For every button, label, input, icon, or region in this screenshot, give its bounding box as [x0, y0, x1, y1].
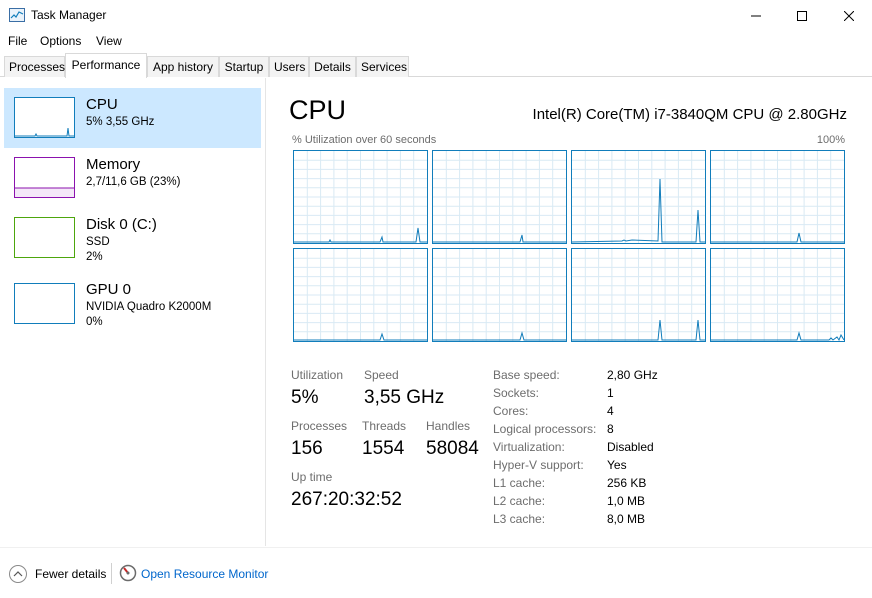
close-button[interactable]	[826, 0, 872, 31]
spec-value: 256 KB	[607, 476, 647, 490]
cpu-thumbnail-graph	[14, 97, 75, 138]
speed-label: Speed	[364, 368, 399, 382]
handles-value: 58084	[426, 438, 479, 459]
spec-value: 2,80 GHz	[607, 368, 658, 382]
uptime-label: Up time	[291, 470, 333, 484]
cpu-model-name: Intel(R) Core(TM) i7-3840QM CPU @ 2.80GH…	[532, 106, 847, 123]
spec-label: Virtualization:	[493, 440, 565, 454]
logical-processor-graph-7	[710, 248, 845, 342]
tab-details[interactable]: Details	[309, 56, 356, 77]
logical-processor-graph-1	[432, 150, 567, 244]
gpu-thumbnail-graph	[14, 283, 75, 324]
task-manager-icon	[9, 8, 25, 22]
spec-value: 4	[607, 404, 614, 418]
footer-divider	[111, 563, 112, 584]
spec-label: Hyper-V support:	[493, 458, 584, 472]
spec-value: Yes	[607, 458, 627, 472]
disk-thumbnail-graph	[14, 217, 75, 258]
logical-processor-graph-2	[571, 150, 706, 244]
tab-performance[interactable]: Performance	[65, 53, 147, 78]
spec-label: Sockets:	[493, 386, 540, 400]
graph-grid	[294, 249, 427, 341]
tab-startup[interactable]: Startup	[219, 56, 269, 77]
maximize-icon	[797, 10, 807, 21]
threads-label: Threads	[362, 419, 407, 433]
menu-view[interactable]: View	[96, 34, 122, 48]
window-title: Task Manager	[31, 8, 107, 22]
sidebar-item-detail: SSD	[86, 236, 110, 248]
threads-value: 1554	[362, 438, 405, 459]
close-icon	[844, 10, 854, 21]
graph-grid	[433, 151, 566, 243]
graph-caption: % Utilization over 60 seconds	[292, 134, 437, 146]
sidebar-item-detail: NVIDIA Quadro K2000M	[86, 301, 212, 313]
spec-label: Base speed:	[493, 368, 560, 382]
open-resource-monitor-link[interactable]: Open Resource Monitor	[141, 567, 268, 581]
sidebar-item-name: GPU 0	[86, 281, 132, 298]
logical-processor-graph-0	[293, 150, 428, 244]
tab-processes[interactable]: Processes	[4, 56, 65, 77]
menu-options[interactable]: Options	[40, 34, 81, 48]
sidebar-item-detail: 5% 3,55 GHz	[86, 116, 155, 128]
spec-label: Logical processors:	[493, 422, 597, 436]
memory-thumbnail-graph	[14, 157, 75, 198]
sidebar-item-usage: 2%	[86, 251, 103, 263]
sidebar-item-name: Memory	[86, 156, 141, 173]
spec-value: Disabled	[607, 440, 654, 454]
speed-value: 3,55 GHz	[364, 387, 445, 408]
spec-label: L1 cache:	[493, 476, 546, 490]
spec-label: Cores:	[493, 404, 529, 418]
sidebar-item-memory[interactable]: Memory 2,7/11,6 GB (23%)	[4, 148, 261, 208]
spec-value: 1	[607, 386, 614, 400]
title-bar[interactable]: Task Manager	[0, 0, 872, 31]
maximize-button[interactable]	[779, 0, 825, 31]
menu-bar: File Options View	[0, 31, 872, 52]
tab-users[interactable]: Users	[269, 56, 309, 77]
graph-max-label: 100%	[816, 134, 845, 146]
sidebar-item-usage: 0%	[86, 316, 103, 328]
handles-label: Handles	[426, 419, 471, 433]
logical-processor-graph-5	[432, 248, 567, 342]
spec-value: 8,0 MB	[607, 512, 646, 526]
graph-grid	[572, 249, 705, 341]
processes-label: Processes	[291, 419, 348, 433]
uptime-value: 267:20:32:52	[291, 489, 402, 510]
chevron-up-icon[interactable]	[9, 565, 27, 583]
minimize-button[interactable]	[733, 0, 779, 31]
spec-label: L2 cache:	[493, 494, 546, 508]
graph-grid	[572, 151, 705, 243]
spec-label: L3 cache:	[493, 512, 546, 526]
logical-processor-graph-6	[571, 248, 706, 342]
sidebar-item-gpu[interactable]: GPU 0 NVIDIA Quadro K2000M 0%	[4, 274, 261, 334]
page-title: CPU	[289, 95, 347, 125]
graph-grid	[433, 249, 566, 341]
graph-grid	[711, 151, 844, 243]
spec-value: 8	[607, 422, 614, 436]
resource-sidebar: CPU 5% 3,55 GHz Memory 2,7/11,6 GB (23%)…	[0, 78, 266, 546]
tab-app-history[interactable]: App history	[147, 56, 219, 77]
logical-processor-graph-3	[710, 150, 845, 244]
sidebar-item-cpu[interactable]: CPU 5% 3,55 GHz	[4, 88, 261, 148]
footer: Fewer details Open Resource Monitor	[0, 547, 872, 598]
utilization-label: Utilization	[291, 368, 344, 382]
menu-file[interactable]: File	[8, 34, 27, 48]
fewer-details-button[interactable]: Fewer details	[35, 567, 106, 581]
minimize-icon	[751, 15, 761, 16]
sidebar-item-name: CPU	[86, 96, 118, 113]
spec-value: 1,0 MB	[607, 494, 646, 508]
graph-grid	[294, 151, 427, 243]
logical-processor-graph-4	[293, 248, 428, 342]
processes-value: 156	[291, 438, 323, 459]
sidebar-item-detail: 2,7/11,6 GB (23%)	[86, 176, 181, 188]
tab-bar: Processes Performance App history Startu…	[0, 52, 872, 78]
tab-services[interactable]: Services	[356, 56, 409, 77]
utilization-value: 5%	[291, 387, 319, 408]
graph-grid	[711, 249, 844, 341]
sidebar-item-disk[interactable]: Disk 0 (C:) SSD 2%	[4, 208, 261, 268]
sidebar-item-name: Disk 0 (C:)	[86, 216, 157, 233]
resource-monitor-icon[interactable]	[119, 564, 137, 582]
